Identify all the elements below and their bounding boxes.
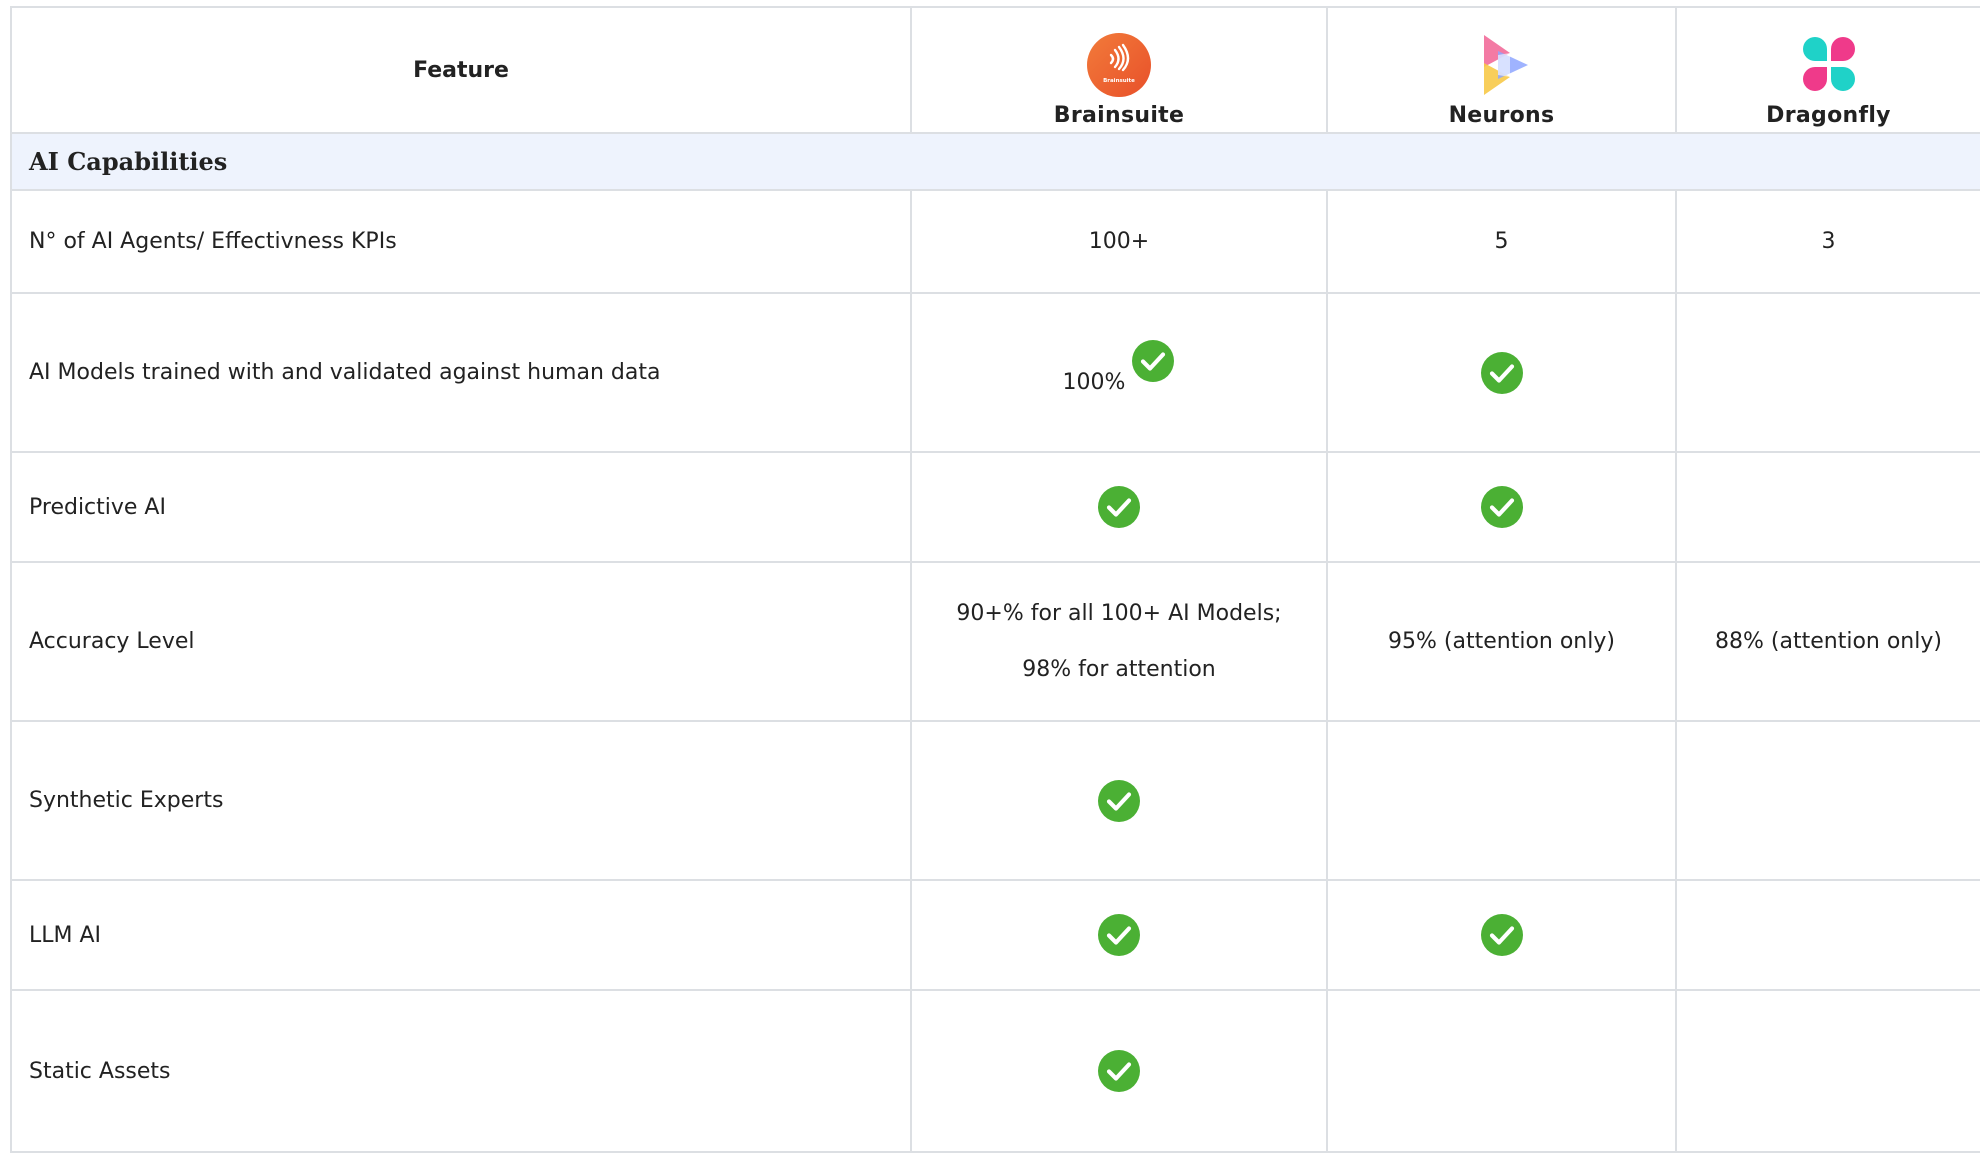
neurons-value-cell <box>1326 989 1677 1153</box>
dragonfly-value-cell <box>1675 292 1980 453</box>
table-row: LLM AI <box>10 879 1980 991</box>
neurons-value-cell <box>1326 879 1677 991</box>
feature-cell: N° of AI Agents/ Effectivness KPIs <box>10 189 912 294</box>
neurons-value: 5 <box>1326 189 1677 294</box>
brainsuite-accuracy-line1: 90+% for all 100+ AI Models; <box>956 600 1282 626</box>
dragonfly-logo-icon <box>1802 37 1855 91</box>
brainsuite-name: Brainsuite <box>1053 103 1185 128</box>
table-row: Accuracy Level 90+% for all 100+ AI Mode… <box>10 561 1980 722</box>
section-title: AI Capabilities <box>10 132 1980 191</box>
feature-cell: Static Assets <box>10 989 912 1153</box>
dragonfly-value: 3 <box>1675 189 1980 294</box>
check-icon <box>1480 351 1524 395</box>
brainsuite-value-cell: 90+% for all 100+ AI Models; 98% for att… <box>910 561 1328 722</box>
check-icon <box>1480 485 1524 529</box>
feature-cell: LLM AI <box>10 879 912 991</box>
section-row-ai-capabilities: AI Capabilities <box>10 132 1980 191</box>
brainsuite-value-cell <box>910 451 1328 563</box>
feature-cell: Predictive AI <box>10 451 912 563</box>
brainsuite-value-cell <box>910 720 1328 881</box>
feature-cell: Accuracy Level <box>10 561 912 722</box>
neurons-value-cell <box>1326 451 1677 563</box>
feature-cell: Synthetic Experts <box>10 720 912 881</box>
brainsuite-value: 100+ <box>910 189 1328 294</box>
header-dragonfly: Dragonfly <box>1675 6 1980 134</box>
check-icon <box>1097 779 1141 823</box>
dragonfly-value: 88% (attention only) <box>1675 561 1980 722</box>
brainsuite-accuracy-line2: 98% for attention <box>1022 656 1216 682</box>
svg-text:Brainsuite: Brainsuite <box>1103 78 1135 84</box>
check-icon <box>1480 913 1524 957</box>
table-row: Predictive AI <box>10 451 1980 563</box>
header-brainsuite: Brainsuite Brainsuite <box>910 6 1328 134</box>
comparison-table: Feature Brainsuite Brainsuite Neurons Dr… <box>10 6 1980 1153</box>
check-icon <box>1097 1049 1141 1093</box>
header-feature: Feature <box>10 6 912 134</box>
feature-cell: AI Models trained with and validated aga… <box>10 292 912 453</box>
check-icon <box>1131 339 1175 383</box>
neurons-value-cell <box>1326 292 1677 453</box>
table-row: Synthetic Experts <box>10 720 1980 881</box>
check-icon <box>1097 485 1141 529</box>
table-row: Static Assets <box>10 989 1980 1153</box>
neurons-value-cell <box>1326 720 1677 881</box>
brainsuite-value-cell <box>910 879 1328 991</box>
neurons-logo-icon <box>1483 35 1528 95</box>
neurons-value: 95% (attention only) <box>1326 561 1677 722</box>
dragonfly-name: Dragonfly <box>1766 103 1891 128</box>
dragonfly-value-cell <box>1675 989 1980 1153</box>
brainsuite-logo-icon: Brainsuite <box>1087 33 1151 97</box>
comparison-table-container: Feature Brainsuite Brainsuite Neurons Dr… <box>10 6 1980 1153</box>
dragonfly-value-cell <box>1675 451 1980 563</box>
brainsuite-value-cell <box>910 989 1328 1153</box>
header-neurons: Neurons <box>1326 6 1677 134</box>
brainsuite-value-cell: 100% <box>910 292 1328 453</box>
table-row: AI Models trained with and validated aga… <box>10 292 1980 453</box>
dragonfly-value-cell <box>1675 879 1980 991</box>
check-icon <box>1097 913 1141 957</box>
dragonfly-value-cell <box>1675 720 1980 881</box>
neurons-name: Neurons <box>1448 103 1555 128</box>
table-row: N° of AI Agents/ Effectivness KPIs 100+ … <box>10 189 1980 294</box>
header-row: Feature Brainsuite Brainsuite Neurons Dr… <box>10 6 1980 134</box>
brainsuite-percentage: 100% <box>1062 369 1126 395</box>
